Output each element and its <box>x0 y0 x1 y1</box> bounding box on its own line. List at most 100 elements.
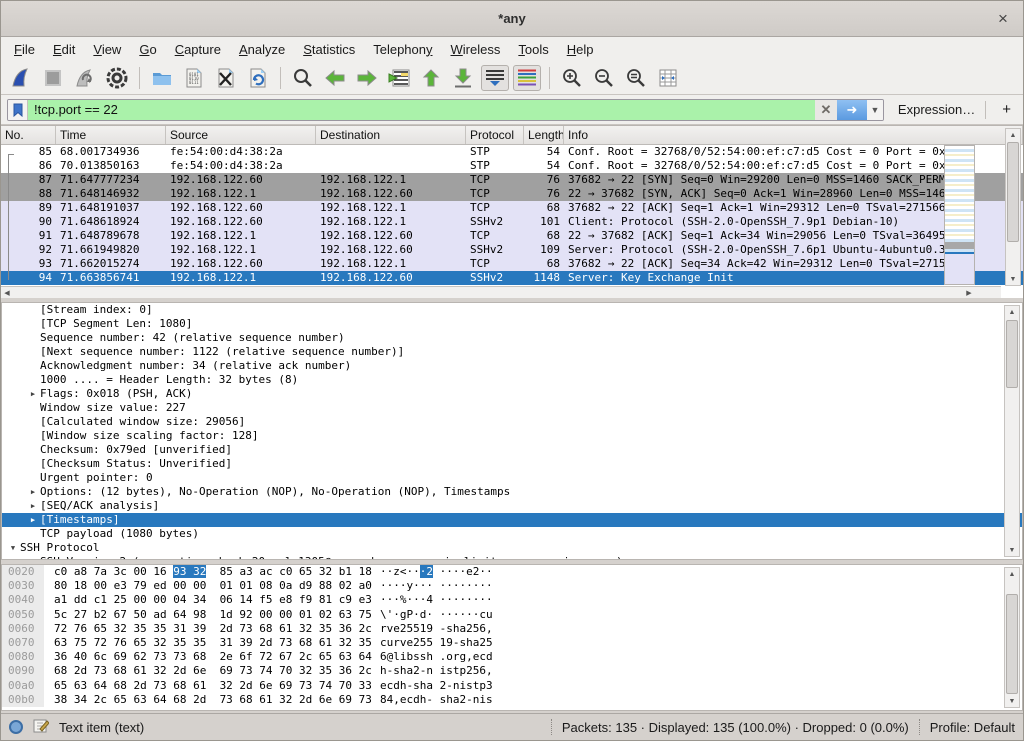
expand-arrow-icon[interactable] <box>26 303 40 317</box>
apply-filter-icon[interactable]: ➜ <box>837 100 867 120</box>
go-to-bottom-icon[interactable] <box>449 65 477 91</box>
hex-row[interactable]: 0070 63 75 72 76 65 32 35 35 31 39 2d 73… <box>2 636 1022 650</box>
packet-row[interactable]: 9471.663856741192.168.122.1 192.168.122.… <box>1 271 1023 285</box>
detail-line[interactable]: Sequence number: 42 (relative sequence n… <box>2 331 1022 345</box>
open-file-icon[interactable] <box>148 65 176 91</box>
detail-line[interactable]: ▶ [SEQ/ACK analysis] <box>2 499 1022 513</box>
detail-line[interactable]: [Checksum Status: Unverified] <box>2 457 1022 471</box>
expand-arrow-icon[interactable] <box>26 443 40 457</box>
packet-row[interactable]: 8771.647777234192.168.122.60 192.168.122… <box>1 173 1023 187</box>
close-icon[interactable]: × <box>993 9 1013 29</box>
start-capture-icon[interactable] <box>7 65 35 91</box>
scroll-down-icon[interactable]: ▼ <box>1005 695 1019 707</box>
scroll-right-icon[interactable]: ▶ <box>963 287 975 298</box>
detail-line[interactable]: [Next sequence number: 1122 (relative se… <box>2 345 1022 359</box>
hex-row[interactable]: 0020 c0 a8 7a 3c 00 16 93 32 85 a3 ac c0… <box>2 565 1022 579</box>
menu-item-help[interactable]: Help <box>558 39 603 60</box>
expert-info-icon[interactable] <box>9 720 23 734</box>
scrollbar-thumb[interactable] <box>1007 142 1019 242</box>
profile-label[interactable]: Profile: Default <box>930 720 1015 735</box>
capture-options-icon[interactable] <box>103 65 131 91</box>
go-to-packet-icon[interactable] <box>385 65 413 91</box>
go-forward-icon[interactable] <box>353 65 381 91</box>
expand-arrow-icon[interactable] <box>26 527 40 541</box>
hex-row[interactable]: 0050 5c 27 b2 67 50 ad 64 98 1d 92 00 00… <box>2 608 1022 622</box>
hex-row[interactable]: 0040 a1 dd c1 25 00 00 04 34 06 14 f5 e8… <box>2 593 1022 607</box>
menu-item-telephony[interactable]: Telephony <box>364 39 441 60</box>
menu-item-tools[interactable]: Tools <box>509 39 557 60</box>
expand-arrow-icon[interactable]: ▶ <box>26 513 40 527</box>
packet-row[interactable]: 9171.648789678192.168.122.1 192.168.122.… <box>1 229 1023 243</box>
menu-item-analyze[interactable]: Analyze <box>230 39 294 60</box>
expand-arrow-icon[interactable] <box>26 457 40 471</box>
close-file-icon[interactable] <box>212 65 240 91</box>
expand-arrow-icon[interactable]: ▶ <box>26 485 40 499</box>
reload-file-icon[interactable] <box>244 65 272 91</box>
menu-item-file[interactable]: File <box>5 39 44 60</box>
resize-columns-icon[interactable] <box>654 65 682 91</box>
column-header[interactable]: Info <box>564 126 1023 144</box>
zoom-out-icon[interactable] <box>590 65 618 91</box>
detail-line[interactable]: Acknowledgment number: 34 (relative ack … <box>2 359 1022 373</box>
detail-line[interactable]: [Window size scaling factor: 128] <box>2 429 1022 443</box>
stop-capture-icon[interactable] <box>39 65 67 91</box>
scrollbar-thumb[interactable] <box>1006 594 1018 694</box>
scroll-up-icon[interactable]: ▲ <box>1005 568 1019 580</box>
hex-row[interactable]: 00b0 38 34 2c 65 63 64 68 2d 73 68 61 32… <box>2 693 1022 707</box>
detail-line[interactable]: [TCP Segment Len: 1080] <box>2 317 1022 331</box>
column-header[interactable]: Source <box>166 126 316 144</box>
detail-line[interactable]: ▶ Flags: 0x018 (PSH, ACK) <box>2 387 1022 401</box>
packet-row[interactable]: 8568.001734936fe:54:00:d4:38:2a STP54 Co… <box>1 145 1023 159</box>
expression-button[interactable]: Expression… <box>898 102 975 117</box>
detail-line[interactable]: [Calculated window size: 29056] <box>2 415 1022 429</box>
detail-line[interactable]: Urgent pointer: 0 <box>2 471 1022 485</box>
menu-item-capture[interactable]: Capture <box>166 39 230 60</box>
expand-arrow-icon[interactable] <box>26 415 40 429</box>
expand-arrow-icon[interactable] <box>26 471 40 485</box>
title-bar[interactable]: *any × <box>1 1 1023 37</box>
column-header[interactable]: Destination <box>316 126 466 144</box>
expand-arrow-icon[interactable] <box>26 359 40 373</box>
detail-line[interactable]: Window size value: 227 <box>2 401 1022 415</box>
menu-item-edit[interactable]: Edit <box>44 39 84 60</box>
expand-arrow-icon[interactable]: ▶ <box>26 555 40 560</box>
detail-line[interactable]: ▶ [Timestamps] <box>2 513 1022 527</box>
packet-row[interactable]: 8670.013850163fe:54:00:d4:38:2a STP54 Co… <box>1 159 1023 173</box>
packet-row[interactable]: 9371.662015274192.168.122.60 192.168.122… <box>1 257 1023 271</box>
expand-arrow-icon[interactable]: ▶ <box>26 387 40 401</box>
add-filter-button[interactable]: + <box>996 101 1017 118</box>
scroll-up-icon[interactable]: ▲ <box>1006 129 1020 141</box>
column-header[interactable]: Time <box>56 126 166 144</box>
column-header[interactable]: No. <box>1 126 56 144</box>
go-to-top-icon[interactable] <box>417 65 445 91</box>
menu-item-go[interactable]: Go <box>130 39 165 60</box>
auto-scroll-icon[interactable] <box>481 65 509 91</box>
scroll-down-icon[interactable]: ▼ <box>1006 273 1020 285</box>
packet-row[interactable]: 9071.648618924192.168.122.60 192.168.122… <box>1 215 1023 229</box>
column-header[interactable]: Protocol <box>466 126 524 144</box>
hex-row[interactable]: 00a0 65 63 64 68 2d 73 68 61 32 2d 6e 69… <box>2 679 1022 693</box>
filter-dropdown-icon[interactable]: ▼ <box>867 100 883 120</box>
go-back-icon[interactable] <box>321 65 349 91</box>
scroll-up-icon[interactable]: ▲ <box>1005 306 1019 318</box>
detail-line[interactable]: ▶ SSH Version 2 (encryption:chacha20_pol… <box>2 555 1022 560</box>
expand-arrow-icon[interactable] <box>26 317 40 331</box>
expand-arrow-icon[interactable] <box>26 331 40 345</box>
scroll-down-icon[interactable]: ▼ <box>1005 544 1019 556</box>
menu-item-view[interactable]: View <box>84 39 130 60</box>
detail-line[interactable]: Checksum: 0x79ed [unverified] <box>2 443 1022 457</box>
expand-arrow-icon[interactable] <box>26 429 40 443</box>
bytes-vertical-scrollbar[interactable]: ▲ ▼ <box>1004 567 1020 708</box>
capture-comment-icon[interactable] <box>33 718 49 737</box>
packet-row[interactable]: 8871.648146932192.168.122.1 192.168.122.… <box>1 187 1023 201</box>
detail-line[interactable]: [Stream index: 0] <box>2 303 1022 317</box>
intelligent-scrollbar-minimap[interactable] <box>944 145 975 285</box>
packet-list-vertical-scrollbar[interactable]: ▲ ▼ <box>1005 128 1021 286</box>
scrollbar-thumb[interactable] <box>1006 320 1018 388</box>
display-filter-input[interactable] <box>28 100 815 120</box>
packet-row[interactable]: 9271.661949820192.168.122.1 192.168.122.… <box>1 243 1023 257</box>
save-file-icon[interactable]: 010101100111 <box>180 65 208 91</box>
expand-arrow-icon[interactable]: ▶ <box>26 499 40 513</box>
clear-filter-icon[interactable]: ✕ <box>815 100 837 120</box>
detail-line[interactable]: TCP payload (1080 bytes) <box>2 527 1022 541</box>
